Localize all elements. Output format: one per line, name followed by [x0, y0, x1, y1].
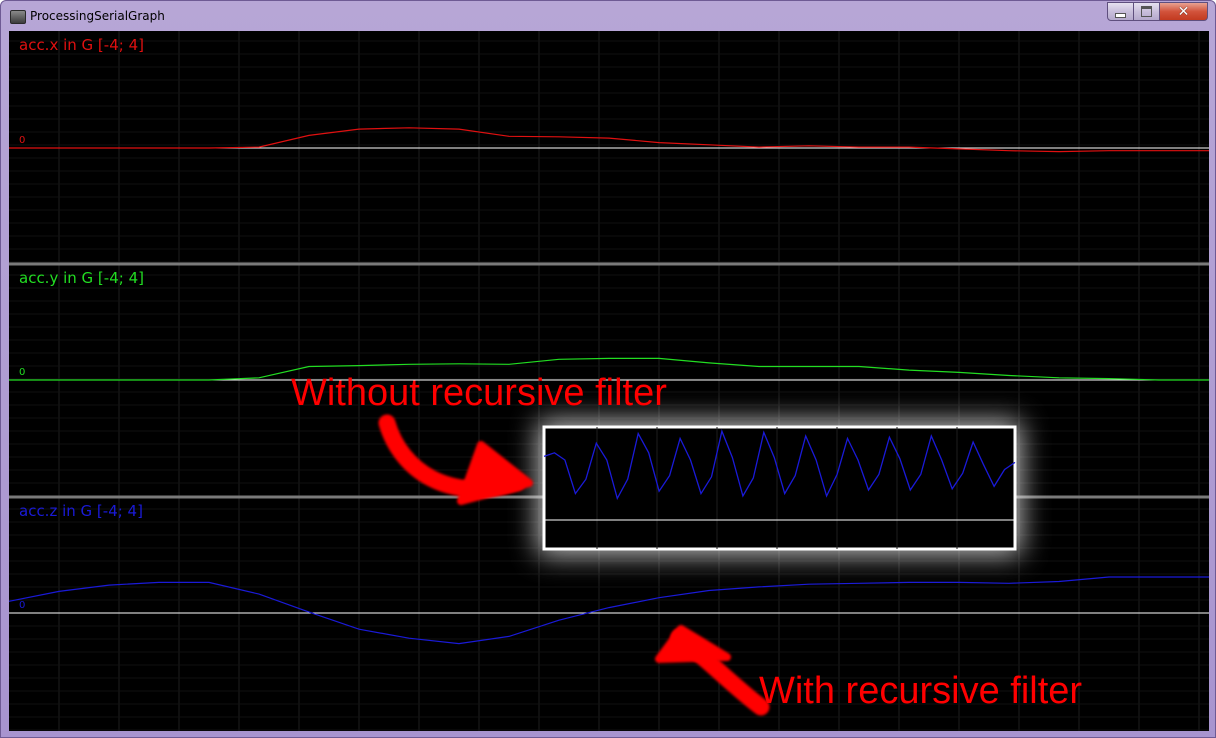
maximize-icon: [1141, 6, 1152, 17]
annotation-with-filter: With recursive filter: [759, 670, 1082, 712]
window-title: ProcessingSerialGraph: [30, 9, 165, 23]
processing-app-icon: [10, 10, 26, 24]
minimize-button[interactable]: [1107, 2, 1134, 21]
graph-label: acc.y in G [-4; 4]: [19, 269, 144, 287]
graph-canvas: acc.x in G [-4; 4] 0 acc.y in G [-4; 4] 0 ac…: [9, 31, 1209, 731]
title-bar[interactable]: ProcessingSerialGraph ✕: [1, 1, 1215, 31]
graph-label: acc.z in G [-4; 4]: [19, 502, 143, 520]
inset-zoom: [538, 421, 1021, 555]
graph-label: acc.x in G [-4; 4]: [19, 36, 144, 54]
maximize-button[interactable]: [1133, 2, 1160, 21]
annotation-without-filter: Without recursive filter: [291, 372, 667, 414]
minimize-icon: [1115, 12, 1126, 18]
zero-label: 0: [19, 367, 25, 378]
graph-panel-x: acc.x in G [-4; 4] 0: [9, 36, 1209, 153]
app-window: ProcessingSerialGraph ✕ acc.x in G [-4; …: [0, 0, 1216, 738]
zero-label: 0: [19, 600, 25, 611]
close-icon: ✕: [1177, 3, 1190, 20]
graph-svg: acc.x in G [-4; 4]0acc.y in G [-4; 4]0ac…: [9, 31, 1209, 731]
close-button[interactable]: ✕: [1159, 2, 1208, 21]
arrow-to-filtered-line-head: [655, 625, 731, 663]
arrow-to-inset-head: [457, 441, 533, 505]
zero-label: 0: [19, 135, 25, 146]
graph-panel-y: acc.y in G [-4; 4] 0: [9, 262, 1209, 381]
